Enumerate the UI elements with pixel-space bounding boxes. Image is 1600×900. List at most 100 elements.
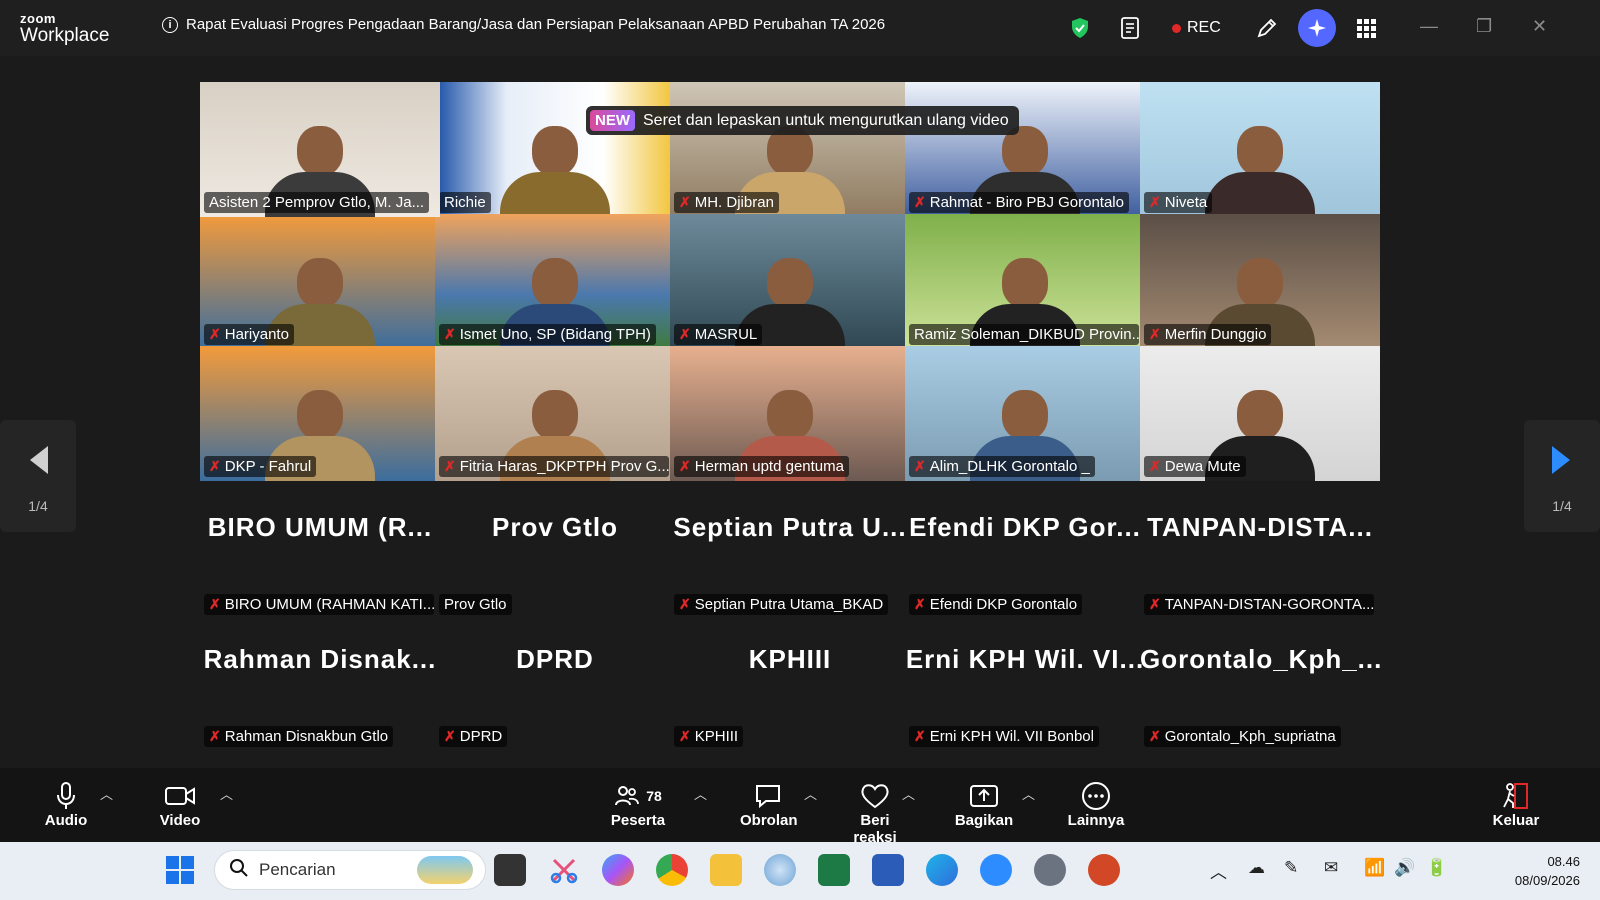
meeting-toolbar: Audio ︿ Video ︿ 78 Peserta ︿ Obrolan ︿ B… bbox=[0, 768, 1600, 846]
react-options-caret[interactable]: ︿ bbox=[902, 784, 915, 803]
photos-icon[interactable] bbox=[764, 854, 796, 886]
mic-muted-icon: ✗ bbox=[444, 458, 456, 474]
tray-chevron-up-icon[interactable]: ︿ bbox=[1210, 858, 1227, 883]
video-tile[interactable]: ✗ Merfin Dunggio bbox=[1140, 214, 1380, 349]
video-tile[interactable]: ✗ Hariyanto bbox=[200, 214, 440, 349]
copilot-icon[interactable] bbox=[602, 854, 634, 886]
annotate-pen-icon[interactable] bbox=[1256, 14, 1278, 42]
notification-icon[interactable]: ✉ bbox=[1324, 858, 1338, 878]
security-shield-icon[interactable] bbox=[1070, 14, 1090, 42]
name-only-tile[interactable]: Rahman Disnak... ✗ Rahman Disnakbun Gtlo bbox=[200, 624, 440, 759]
video-options-caret[interactable]: ︿ bbox=[220, 784, 233, 803]
more-dots-icon bbox=[1066, 780, 1126, 812]
video-button[interactable]: Video bbox=[158, 780, 202, 829]
page-indicator-right: 1/4 bbox=[1552, 498, 1572, 514]
share-button[interactable]: Bagikan bbox=[954, 780, 1014, 829]
video-tile[interactable]: Asisten 2 Pemprov Gtlo, M. Ja... bbox=[200, 82, 440, 217]
powerpoint-icon[interactable] bbox=[1088, 854, 1120, 886]
video-tile[interactable]: ✗ MH. Djibran bbox=[670, 82, 910, 217]
settings-gear-icon[interactable] bbox=[1034, 854, 1066, 886]
name-only-tile[interactable]: Efendi DKP Gor... ✗ Efendi DKP Gorontalo bbox=[905, 492, 1145, 627]
audio-button[interactable]: Audio bbox=[44, 780, 88, 829]
participant-name: Gorontalo_Kph_supriatna bbox=[1164, 728, 1336, 745]
apps-grid-icon[interactable] bbox=[1356, 14, 1376, 42]
task-view-icon[interactable] bbox=[494, 854, 526, 886]
participant-name-tag: Prov Gtlo bbox=[439, 594, 512, 615]
participant-display-name: TANPAN-DISTA... bbox=[1147, 512, 1373, 542]
video-tile[interactable]: ✗ MASRUL bbox=[670, 214, 910, 349]
video-tile[interactable]: ✗ Fitria Haras_DKPTPH Prov G... bbox=[435, 346, 675, 481]
chrome-icon[interactable] bbox=[656, 854, 688, 886]
mic-muted-icon: ✗ bbox=[679, 326, 691, 342]
name-only-tile[interactable]: TANPAN-DISTA... ✗ TANPAN-DISTAN-GORONTA... bbox=[1140, 492, 1380, 627]
participants-options-caret[interactable]: ︿ bbox=[694, 784, 707, 803]
name-only-tile[interactable]: Gorontalo_Kph_... ✗ Gorontalo_Kph_supriatn… bbox=[1140, 624, 1380, 759]
maximize-icon[interactable]: ❐ bbox=[1476, 16, 1492, 37]
participant-name-tag: ✗ MASRUL bbox=[674, 324, 763, 345]
name-only-tile[interactable]: Septian Putra U... ✗ Septian Putra Utama_B… bbox=[670, 492, 910, 627]
ai-companion-button[interactable] bbox=[1298, 9, 1336, 47]
participant-name: DKP - Fahrul bbox=[224, 458, 312, 475]
notes-icon[interactable] bbox=[1120, 14, 1142, 42]
chat-button[interactable]: Obrolan bbox=[740, 780, 798, 829]
name-only-tile[interactable]: Erni KPH Wil. VI... ✗ Erni KPH Wil. VII Bo… bbox=[905, 624, 1145, 759]
wifi-icon[interactable]: 📶 bbox=[1364, 858, 1385, 878]
mic-muted-icon: ✗ bbox=[1149, 728, 1161, 744]
video-tile[interactable]: ✗ Ismet Uno, SP (Bidang TPH) bbox=[435, 214, 675, 349]
video-tile[interactable]: ✗ DKP - Fahrul bbox=[200, 346, 440, 481]
mic-muted-icon: ✗ bbox=[209, 326, 221, 342]
word-icon[interactable] bbox=[872, 854, 904, 886]
minimize-icon[interactable]: — bbox=[1420, 16, 1438, 37]
excel-icon[interactable] bbox=[818, 854, 850, 886]
new-badge: NEW bbox=[590, 110, 635, 131]
more-button[interactable]: Lainnya bbox=[1066, 780, 1126, 829]
taskbar-search[interactable]: Pencarian bbox=[214, 850, 486, 890]
info-icon[interactable]: i bbox=[162, 16, 178, 33]
onedrive-icon[interactable]: ☁ bbox=[1248, 858, 1265, 878]
react-button[interactable]: Beri reaksi bbox=[838, 780, 912, 846]
video-tile[interactable]: ✗ Niveta bbox=[1140, 82, 1380, 217]
windows-start-icon[interactable] bbox=[164, 854, 196, 886]
participants-button[interactable]: 78 Peserta bbox=[606, 780, 670, 829]
chevron-left-icon bbox=[0, 444, 76, 484]
volume-icon[interactable]: 🔊 bbox=[1394, 858, 1415, 878]
battery-icon[interactable]: 🔋 bbox=[1426, 858, 1447, 878]
mic-muted-icon: ✗ bbox=[209, 458, 221, 474]
name-only-tile[interactable]: DPRD ✗ DPRD bbox=[435, 624, 675, 759]
video-tile[interactable]: ✗ Alim_DLHK Gorontalo _ bbox=[905, 346, 1145, 481]
video-tile[interactable]: ✗ Herman uptd gentuma bbox=[670, 346, 910, 481]
search-placeholder: Pencarian bbox=[259, 860, 336, 879]
participant-name-tag: ✗ DKP - Fahrul bbox=[204, 456, 317, 477]
pen-input-icon[interactable]: ✎ bbox=[1284, 858, 1298, 878]
taskbar-clock[interactable]: 08.46 08/09/2026 bbox=[1515, 852, 1580, 890]
close-icon[interactable]: ✕ bbox=[1532, 16, 1547, 37]
audio-options-caret[interactable]: ︿ bbox=[100, 784, 113, 803]
file-explorer-icon[interactable] bbox=[710, 854, 742, 886]
audio-label: Audio bbox=[44, 812, 88, 829]
microphone-icon bbox=[44, 780, 88, 812]
zoom-app-icon[interactable] bbox=[980, 854, 1012, 886]
video-tile[interactable]: Ramiz Soleman_DIKBUD Provin... bbox=[905, 214, 1145, 349]
participant-name-tag: ✗ TANPAN-DISTAN-GORONTA... bbox=[1144, 594, 1374, 615]
leave-button[interactable]: Keluar bbox=[1486, 780, 1546, 829]
tooltip-text: Seret dan lepaskan untuk mengurutkan ula… bbox=[643, 111, 1009, 129]
name-only-tile[interactable]: KPHIII ✗ KPHIII bbox=[670, 624, 910, 759]
meeting-info[interactable]: i Rapat Evaluasi Progres Pengadaan Baran… bbox=[162, 16, 885, 33]
snipping-tool-icon[interactable] bbox=[548, 854, 580, 886]
video-tile[interactable]: ✗ Dewa Mute bbox=[1140, 346, 1380, 481]
mic-muted-icon: ✗ bbox=[444, 728, 456, 744]
rec-indicator[interactable]: REC bbox=[1172, 14, 1221, 42]
participant-name-tag: ✗ Herman uptd gentuma bbox=[674, 456, 849, 477]
name-only-tile[interactable]: BIRO UMUM (R... ✗ BIRO UMUM (RAHMAN KATI..… bbox=[200, 492, 440, 627]
edge-icon[interactable] bbox=[926, 854, 958, 886]
search-icon bbox=[229, 858, 249, 883]
prev-page-button[interactable]: 1/4 bbox=[0, 420, 76, 532]
name-only-tile[interactable]: Prov Gtlo Prov Gtlo bbox=[435, 492, 675, 627]
meeting-stage: 1/4 1/4 Asisten 2 Pemprov Gtlo, M. Ja...… bbox=[0, 56, 1600, 768]
chat-options-caret[interactable]: ︿ bbox=[804, 784, 817, 803]
next-page-button[interactable]: 1/4 bbox=[1524, 420, 1600, 532]
heart-icon bbox=[838, 780, 912, 812]
share-options-caret[interactable]: ︿ bbox=[1022, 784, 1035, 803]
video-tile[interactable]: ✗ Rahmat - Biro PBJ Gorontalo bbox=[905, 82, 1145, 217]
video-tile[interactable]: Richie bbox=[435, 82, 675, 217]
